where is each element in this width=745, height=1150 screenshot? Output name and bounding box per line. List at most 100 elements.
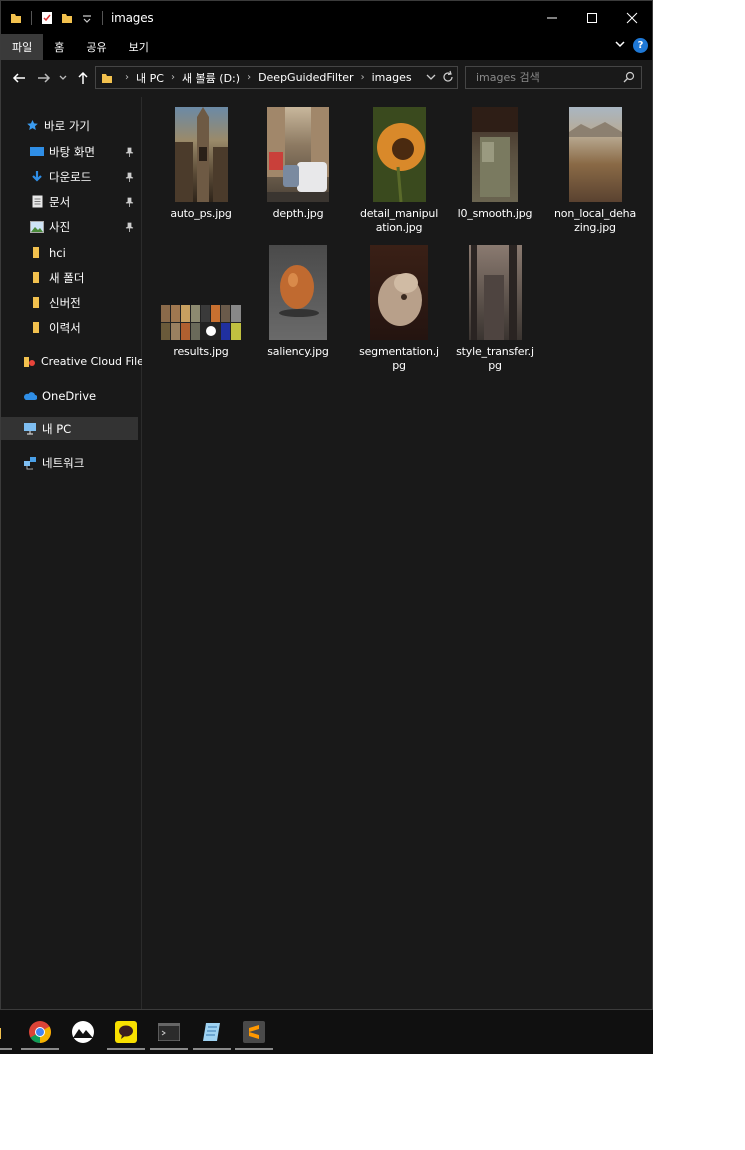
file-item[interactable]: detail_manipulation.jpg [358,107,440,235]
breadcrumb-this-pc[interactable]: 내 PC [136,70,164,86]
breadcrumb-separator-icon: › [125,72,129,83]
sidebar-item-this-pc[interactable]: 내 PC [1,417,138,440]
taskbar-kakaotalk-button[interactable] [107,1014,145,1050]
search-input[interactable] [474,70,618,85]
file-item[interactable]: non_local_dehazing.jpg [554,107,636,235]
ribbon-right: ? [614,38,648,53]
file-name: style_transfer.jpg [456,345,534,372]
breadcrumb-separator-icon: › [170,72,175,83]
file-item[interactable]: depth.jpg [257,107,339,221]
back-button[interactable] [10,68,28,88]
up-button[interactable] [74,68,92,88]
notepad-icon [203,1023,220,1041]
computer-icon [23,422,37,436]
taskbar-terminal-button[interactable] [150,1014,188,1050]
tab-file[interactable]: 파일 [1,34,44,60]
sidebar-item-documents[interactable]: 문서 [1,190,138,213]
sidebar-item-label: 이력서 [49,320,81,335]
search-box[interactable] [465,66,642,89]
file-list: auto_ps.jpg depth.jpg detail_manipulatio… [142,97,652,1009]
active-indicator [0,1048,12,1050]
image-thumbnail [468,245,522,340]
file-name: results.jpg [173,345,229,358]
image-thumbnail [370,245,428,340]
taskbar-chrome-button[interactable] [21,1014,59,1050]
customize-dropdown-icon[interactable] [80,11,94,25]
taskbar [0,1010,653,1054]
sidebar-item-label: Creative Cloud Files [41,355,150,368]
folder-icon [0,1028,1,1039]
sidebar-item-network[interactable]: 네트워크 [1,451,138,474]
file-item[interactable]: saliency.jpg [257,245,339,359]
sidebar-item-quick-access[interactable]: 바로 가기 [1,114,138,137]
back-arrow-icon [12,73,25,83]
file-name: segmentation.jpg [359,345,439,372]
breadcrumb-separator-icon: › [360,72,365,83]
sidebar-item-onedrive[interactable]: OneDrive [1,384,138,407]
ribbon-tabs: 파일 홈 공유 보기 ? [1,34,652,60]
file-name: auto_ps.jpg [170,207,232,220]
creative-cloud-folder-icon [23,355,36,369]
file-item[interactable]: l0_smooth.jpg [454,107,536,221]
sidebar-item-creative-cloud-files[interactable]: Creative Cloud Files [1,350,150,373]
desktop-icon [30,145,44,159]
sidebar-item-label: hci [49,245,66,260]
sidebar-item-desktop[interactable]: 바탕 화면 [1,140,138,163]
breadcrumb-separator-icon: › [247,72,252,83]
address-dropdown-chevron-icon[interactable] [426,72,436,85]
new-folder-icon[interactable] [60,11,74,25]
active-indicator [21,1048,59,1050]
sidebar-item-hci[interactable]: hci [1,241,138,264]
divider [31,10,32,25]
taskbar-file-explorer-button[interactable] [0,1014,12,1050]
close-button[interactable] [612,1,652,34]
navigation-pane: 바로 가기 바탕 화면 다운로드 문서 사진 hci 새 폴더 신버전 이력서 … [1,97,150,1009]
terminal-icon [158,1023,180,1041]
image-thumbnail [161,305,241,340]
window-title: images [111,10,154,25]
pin-icon [125,196,134,210]
file-item[interactable]: auto_ps.jpg [160,107,242,221]
help-button[interactable]: ? [633,38,648,53]
pin-icon [125,221,134,235]
maximize-button[interactable] [572,1,612,34]
file-item[interactable]: results.jpg [160,245,242,359]
tab-view[interactable]: 보기 [118,34,160,60]
close-icon [626,12,638,23]
tab-home[interactable]: 홈 [43,34,75,60]
file-item[interactable]: style_transfer.jpg [454,245,536,373]
address-bar[interactable]: › 내 PC › 새 볼륨 (D:) › DeepGuidedFilter › … [95,66,458,89]
file-name: saliency.jpg [267,345,329,358]
sidebar-item-resume[interactable]: 이력서 [1,316,138,339]
file-item[interactable]: segmentation.jpg [358,245,440,373]
breadcrumb-volume-d[interactable]: 새 볼륨 (D:) [182,70,240,86]
download-arrow-icon [30,170,44,184]
expand-ribbon-chevron-icon[interactable] [614,38,626,53]
folder-icon [9,11,23,25]
folder-icon [30,321,44,335]
taskbar-sublime-text-button[interactable] [235,1014,273,1050]
forward-arrow-icon [38,73,51,83]
network-icon [23,456,37,470]
active-indicator [107,1048,145,1050]
sidebar-item-new-version[interactable]: 신버전 [1,291,138,314]
sidebar-item-new-folder[interactable]: 새 폴더 [1,266,138,289]
forward-button[interactable] [35,68,53,88]
properties-icon[interactable] [40,11,54,25]
taskbar-app-button[interactable] [64,1014,102,1050]
file-name: l0_smooth.jpg [457,207,533,220]
taskbar-notepad-button[interactable] [193,1014,231,1050]
refresh-icon[interactable] [442,70,454,87]
tab-share[interactable]: 공유 [75,34,117,60]
minimize-button[interactable] [532,1,572,34]
breadcrumb-images[interactable]: images [372,71,412,84]
title-bar: images [1,1,652,34]
recent-locations-button[interactable] [57,68,69,88]
document-icon [30,195,44,209]
breadcrumb-deepguidedfilter[interactable]: DeepGuidedFilter [258,71,354,84]
window-controls [532,1,652,34]
search-icon [623,71,635,86]
sidebar-item-pictures[interactable]: 사진 [1,215,138,238]
up-arrow-icon [78,71,88,84]
sidebar-item-downloads[interactable]: 다운로드 [1,165,138,188]
